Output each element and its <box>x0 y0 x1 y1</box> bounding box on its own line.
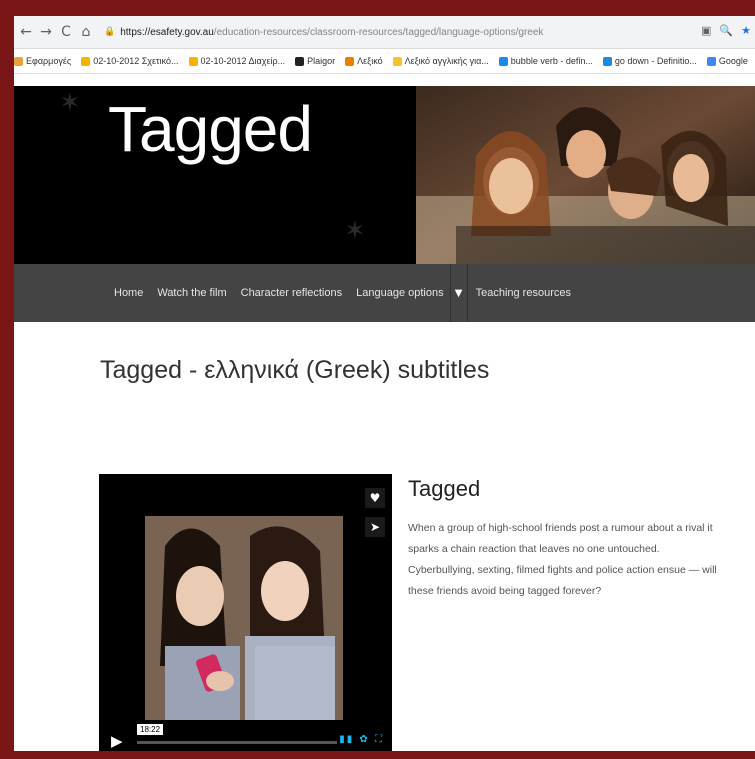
video-thumbnail <box>145 516 343 720</box>
nav-divider <box>466 264 468 322</box>
video-settings-icon[interactable]: ▮▮ ✿ ⛶ <box>339 734 384 745</box>
video-player[interactable]: ♥ ➤ 18:22 ▶ ▮▮ ✿ ⛶ <box>99 474 392 751</box>
bookmark-star-icon[interactable]: ★ <box>741 24 751 37</box>
nav-item-language-options[interactable]: Language options <box>356 287 443 299</box>
page-title: Tagged - ελληνικά (Greek) subtitles <box>100 356 490 384</box>
bookmark-item[interactable]: Google <box>706 56 748 66</box>
bookmark-favicon-icon <box>602 56 612 66</box>
bookmarks-bar: Εφαρμογές 02-10-2012 Σχετικό... 02-10-2012… <box>14 49 755 74</box>
hero-banner: ✶ ✶ Tagged <box>14 86 755 264</box>
url-path: /education-resources/classroom-resources… <box>213 26 544 38</box>
video-progress-bar[interactable] <box>137 741 337 744</box>
site-navbar: Home Watch the film Character reflection… <box>14 264 755 322</box>
like-heart-icon[interactable]: ♥ <box>365 488 385 508</box>
hero-title: Tagged <box>108 93 313 165</box>
nav-item-character-reflections[interactable]: Character reflections <box>241 287 343 299</box>
bookmark-favicon-icon <box>14 56 23 66</box>
bookmark-label: 02-10-2012 Διαχείρ... <box>200 56 286 66</box>
zoom-icon[interactable]: 🔍 <box>719 24 733 37</box>
star-decoration-icon: ✶ <box>59 88 81 118</box>
bookmark-item[interactable]: 02-10-2012 Διαχείρ... <box>188 56 286 66</box>
bookmark-favicon-icon <box>345 56 355 66</box>
home-icon[interactable]: ⌂ <box>78 24 94 40</box>
nav-item-watch-the-film[interactable]: Watch the film <box>157 287 226 299</box>
translate-icon[interactable]: ▣ <box>701 24 711 37</box>
bookmark-label: bubble verb - defin... <box>510 56 593 66</box>
play-icon[interactable]: ▶ <box>111 732 123 750</box>
bookmark-item[interactable]: Plaigor <box>295 56 335 66</box>
bookmark-favicon-icon <box>498 56 508 66</box>
film-description: When a group of high-school friends post… <box>408 522 717 597</box>
address-bar[interactable]: 🔒 https://esafety.gov.au/education-resou… <box>104 21 744 43</box>
bookmark-item[interactable]: 02-10-2012 Σχετικό... <box>81 56 179 66</box>
bookmark-item[interactable]: Εφαρμογές <box>14 56 71 66</box>
bookmark-favicon-icon <box>81 56 91 66</box>
nav-item-home[interactable]: Home <box>114 287 143 299</box>
nav-item-teaching-resources[interactable]: Teaching resources <box>476 287 571 299</box>
bookmark-favicon-icon <box>188 56 198 66</box>
bookmark-label: Google <box>718 56 748 66</box>
bookmark-label: Εφαρμογές <box>26 56 72 66</box>
url-host: https://esafety.gov.au <box>120 26 214 38</box>
star-decoration-icon: ✶ <box>344 216 366 246</box>
bookmark-label: go down - Definitio... <box>614 56 697 66</box>
bookmark-label: Λεξικό <box>357 56 383 66</box>
bookmark-item[interactable]: go down - Definitio... <box>602 56 697 66</box>
video-timestamp: 18:22 <box>137 724 164 735</box>
back-icon[interactable]: ← <box>18 24 34 40</box>
forward-icon[interactable]: → <box>38 24 54 40</box>
chevron-down-icon[interactable]: ▼ <box>451 288 467 299</box>
browser-window: ← → C ⌂ 🔒 https://esafety.gov.au/educati… <box>14 16 755 751</box>
lock-icon: 🔒 <box>104 27 116 37</box>
share-icon[interactable]: ➤ <box>365 517 385 537</box>
bookmark-item[interactable]: Λεξικό αγγλικής για... <box>392 56 489 66</box>
hero-group-photo <box>416 86 755 264</box>
reload-icon[interactable]: C <box>58 24 74 40</box>
bookmark-item[interactable]: bubble verb - defin... <box>498 56 593 66</box>
bookmark-label: 02-10-2012 Σχετικό... <box>93 56 179 66</box>
browser-toolbar: ← → C ⌂ 🔒 https://esafety.gov.au/educati… <box>14 16 755 49</box>
bookmark-label: Λεξικό αγγλικής για... <box>404 56 489 66</box>
bookmark-label: Plaigor <box>307 56 336 66</box>
bookmark-item[interactable]: Λεξικό <box>345 56 383 66</box>
bookmark-favicon-icon <box>295 56 305 66</box>
film-title: Tagged <box>408 476 481 501</box>
toolbar-actions: ▣ 🔍 ★ <box>701 24 751 37</box>
bookmark-favicon-icon <box>392 56 402 66</box>
bookmark-favicon-icon <box>706 56 716 66</box>
